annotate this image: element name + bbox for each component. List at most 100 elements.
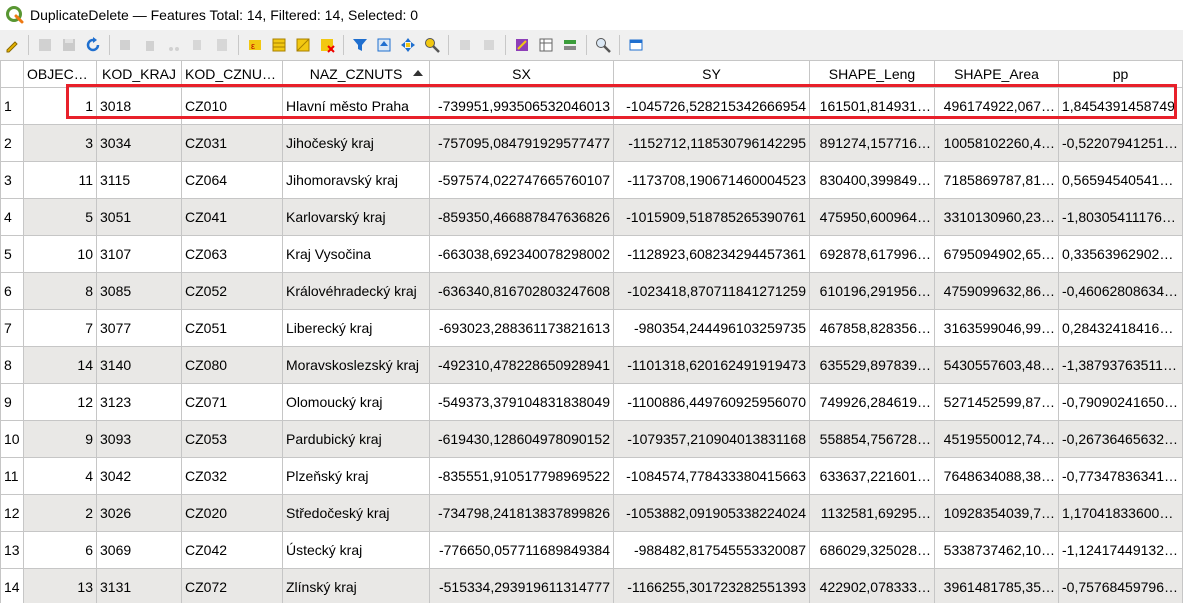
table-cell[interactable]: -663038,692340078298002: [429, 235, 614, 273]
table-cell[interactable]: CZ010: [181, 87, 283, 125]
table-cell[interactable]: -1,80305411176…: [1058, 198, 1183, 236]
table-cell[interactable]: 3: [23, 124, 97, 162]
table-row[interactable]: 3 11 3115 CZ064 Jihomoravský kraj -597574,022…: [0, 161, 1183, 199]
column-header-shape-area[interactable]: SHAPE_Area: [934, 60, 1059, 88]
table-cell[interactable]: 496174922,067…: [934, 87, 1059, 125]
table-cell[interactable]: -0,77347836341…: [1058, 457, 1183, 495]
table-cell[interactable]: 3077: [96, 309, 182, 347]
table-cell[interactable]: 5430557603,48…: [934, 346, 1059, 384]
table-cell[interactable]: -1100886,449760925956070: [613, 383, 810, 421]
table-cell[interactable]: 5271452599,87…: [934, 383, 1059, 421]
table-cell[interactable]: 5338737462,10…: [934, 531, 1059, 569]
table-cell[interactable]: -1101318,620162491919473: [613, 346, 810, 384]
row-header[interactable]: 13: [0, 531, 24, 569]
table-cell[interactable]: 0,28432418416…: [1058, 309, 1183, 347]
table-cell[interactable]: -1,12417449132…: [1058, 531, 1183, 569]
table-cell[interactable]: Ústecký kraj: [282, 531, 430, 569]
column-header-pp[interactable]: pp: [1058, 60, 1183, 88]
table-cell[interactable]: -859350,466887847636826: [429, 198, 614, 236]
table-cell[interactable]: 475950,600964…: [809, 198, 935, 236]
column-header-shape-leng[interactable]: SHAPE_Leng: [809, 60, 935, 88]
table-cell[interactable]: 10058102260,4…: [934, 124, 1059, 162]
table-cell[interactable]: -636340,816702803247608: [429, 272, 614, 310]
table-cell[interactable]: 9: [23, 420, 97, 458]
table-cell[interactable]: 1: [23, 87, 97, 125]
actions-button[interactable]: [591, 33, 615, 57]
table-row[interactable]: 14 13 3131 CZ072 Zlínský kraj -515334,2939196…: [0, 568, 1183, 603]
table-cell[interactable]: 3026: [96, 494, 182, 532]
table-cell[interactable]: -1166255,301723282551393: [613, 568, 810, 603]
table-cell[interactable]: 6795094902,65…: [934, 235, 1059, 273]
column-header-naz-cznuts[interactable]: NAZ_CZNUTS: [282, 60, 430, 88]
zoom-to-selected-button[interactable]: [420, 33, 444, 57]
table-cell[interactable]: 10928354039,7…: [934, 494, 1059, 532]
row-header[interactable]: 9: [0, 383, 24, 421]
table-cell[interactable]: 3131: [96, 568, 182, 603]
row-header[interactable]: 4: [0, 198, 24, 236]
table-cell[interactable]: 6: [23, 531, 97, 569]
table-cell[interactable]: Kraj Vysočina: [282, 235, 430, 273]
table-cell[interactable]: 891274,157716…: [809, 124, 935, 162]
table-cell[interactable]: Hlavní město Praha: [282, 87, 430, 125]
table-cell[interactable]: Pardubický kraj: [282, 420, 430, 458]
cut-button[interactable]: [162, 33, 186, 57]
row-header[interactable]: 5: [0, 235, 24, 273]
save-edits-button[interactable]: [57, 33, 81, 57]
row-header[interactable]: 14: [0, 568, 24, 603]
table-cell[interactable]: -0,52207941251…: [1058, 124, 1183, 162]
table-cell[interactable]: Královéhradecký kraj: [282, 272, 430, 310]
table-cell[interactable]: CZ064: [181, 161, 283, 199]
column-header-objectid[interactable]: OBJECTID: [23, 60, 97, 88]
table-cell[interactable]: 1,17041833600…: [1058, 494, 1183, 532]
table-cell[interactable]: Jihomoravský kraj: [282, 161, 430, 199]
table-cell[interactable]: -1015909,518785265390761: [613, 198, 810, 236]
table-cell[interactable]: 3140: [96, 346, 182, 384]
row-header[interactable]: 7: [0, 309, 24, 347]
reload-button[interactable]: [81, 33, 105, 57]
table-cell[interactable]: CZ051: [181, 309, 283, 347]
table-cell[interactable]: 161501,814931…: [809, 87, 935, 125]
table-row[interactable]: 9 12 3123 CZ071 Olomoucký kraj -549373,379104…: [0, 383, 1183, 421]
corner-cell[interactable]: [0, 60, 24, 88]
table-cell[interactable]: 5: [23, 198, 97, 236]
pan-to-selected-button[interactable]: [396, 33, 420, 57]
table-cell[interactable]: 635529,897839…: [809, 346, 935, 384]
table-cell[interactable]: Jihočeský kraj: [282, 124, 430, 162]
table-cell[interactable]: 4: [23, 457, 97, 495]
table-cell[interactable]: CZ020: [181, 494, 283, 532]
table-cell[interactable]: Zlínský kraj: [282, 568, 430, 603]
table-row[interactable]: 6 8 3085 CZ052 Královéhradecký kraj -636340,8…: [0, 272, 1183, 310]
table-cell[interactable]: 558854,756728…: [809, 420, 935, 458]
paste-features-button[interactable]: [477, 33, 501, 57]
table-row[interactable]: 2 3 3034 CZ031 Jihočeský kraj -757095,0847919…: [0, 124, 1183, 162]
delete-selected-button[interactable]: [138, 33, 162, 57]
row-header[interactable]: 11: [0, 457, 24, 495]
table-cell[interactable]: -988482,817545553320087: [613, 531, 810, 569]
attribute-table[interactable]: OBJECTID KOD_KRAJ KOD_CZNUTS NAZ_CZNUTS …: [0, 60, 1183, 603]
table-cell[interactable]: 12: [23, 383, 97, 421]
table-cell[interactable]: -549373,379104831838049: [429, 383, 614, 421]
table-row[interactable]: 7 7 3077 CZ051 Liberecký kraj -693023,2883611…: [0, 309, 1183, 347]
table-cell[interactable]: -980354,244496103259735: [613, 309, 810, 347]
conditional-formatting-button[interactable]: [558, 33, 582, 57]
table-cell[interactable]: 3034: [96, 124, 182, 162]
table-cell[interactable]: 3085: [96, 272, 182, 310]
table-cell[interactable]: 4759099632,86…: [934, 272, 1059, 310]
table-cell[interactable]: 1132581,69295…: [809, 494, 935, 532]
row-header[interactable]: 2: [0, 124, 24, 162]
table-cell[interactable]: Olomoucký kraj: [282, 383, 430, 421]
table-cell[interactable]: 3042: [96, 457, 182, 495]
row-header[interactable]: 6: [0, 272, 24, 310]
deselect-all-button[interactable]: [315, 33, 339, 57]
table-cell[interactable]: 3123: [96, 383, 182, 421]
copy-cells-button[interactable]: [453, 33, 477, 57]
table-row[interactable]: 4 5 3051 CZ041 Karlovarský kraj -859350,46688…: [0, 198, 1183, 236]
table-cell[interactable]: 7: [23, 309, 97, 347]
table-cell[interactable]: CZ031: [181, 124, 283, 162]
column-header-kod-kraj[interactable]: KOD_KRAJ: [96, 60, 182, 88]
table-cell[interactable]: Moravskoslezský kraj: [282, 346, 430, 384]
table-cell[interactable]: -1053882,091905338224024: [613, 494, 810, 532]
table-cell[interactable]: 1,8454391458749: [1058, 87, 1183, 125]
table-row[interactable]: 8 14 3140 CZ080 Moravskoslezský kraj -492310,…: [0, 346, 1183, 384]
table-cell[interactable]: 11: [23, 161, 97, 199]
